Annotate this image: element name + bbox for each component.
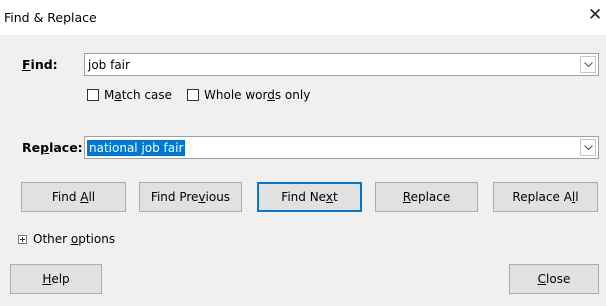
plus-box-icon[interactable]: [18, 235, 27, 244]
close-button[interactable]: Close: [509, 264, 599, 294]
replace-button[interactable]: Replace: [375, 182, 478, 212]
match-case-checkbox[interactable]: [87, 89, 99, 101]
whole-words-label: Whole words only: [204, 88, 311, 102]
replace-value: national job fair: [87, 140, 186, 156]
chevron-down-icon: [584, 145, 593, 151]
find-dropdown-button[interactable]: [580, 56, 596, 73]
window-title: Find & Replace: [4, 10, 97, 25]
whole-words-checkbox[interactable]: [187, 89, 199, 101]
find-next-button[interactable]: Find Next: [257, 182, 362, 212]
match-case-label: Match case: [104, 88, 173, 102]
whole-words-option[interactable]: Whole words only: [187, 86, 310, 104]
match-case-option[interactable]: Match case: [87, 86, 172, 104]
close-icon[interactable]: ✕: [588, 7, 602, 24]
chevron-down-icon: [584, 62, 593, 68]
other-options-toggle[interactable]: Other options: [33, 232, 115, 246]
replace-label: Replace:: [22, 140, 83, 155]
title-bar: Find & Replace ✕: [0, 0, 606, 35]
find-label: Find:: [22, 57, 58, 72]
find-replace-dialog: Find & Replace ✕ Find: job fair Match ca…: [0, 0, 606, 306]
find-previous-button[interactable]: Find Previous: [139, 182, 242, 212]
replace-input[interactable]: national job fair: [84, 136, 599, 159]
replace-dropdown-button[interactable]: [580, 139, 596, 156]
find-all-button[interactable]: Find All: [21, 182, 126, 212]
replace-all-button[interactable]: Replace All: [493, 182, 598, 212]
find-input[interactable]: job fair: [84, 53, 599, 76]
find-value: job fair: [88, 58, 130, 72]
help-button[interactable]: Help: [10, 264, 102, 294]
